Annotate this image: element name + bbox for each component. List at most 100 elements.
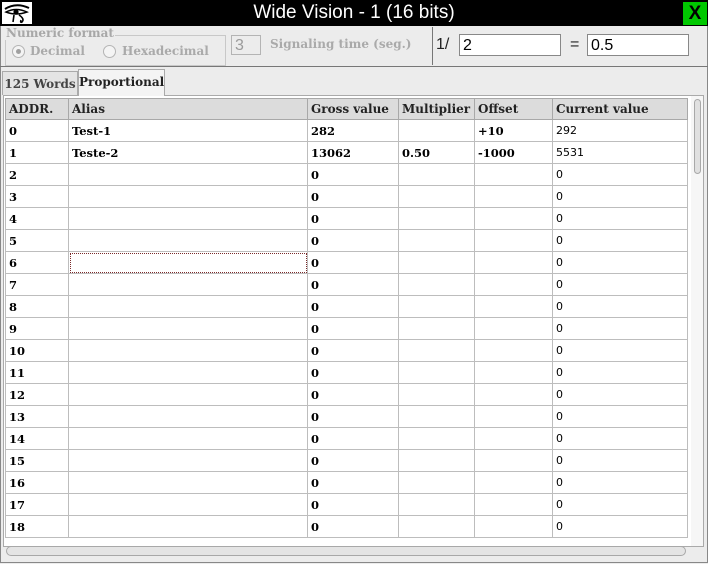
denominator-input[interactable]: 2 — [459, 34, 561, 56]
cell-mult[interactable] — [398, 339, 475, 362]
cell-addr[interactable]: 14 — [5, 427, 69, 450]
cell-alias[interactable] — [68, 207, 308, 230]
cell-current[interactable]: 0 — [552, 295, 688, 318]
table-row[interactable]: 16 0 0 — [5, 471, 688, 494]
cell-addr[interactable]: 13 — [5, 405, 69, 428]
table-row[interactable]: 3 0 0 — [5, 185, 688, 208]
cell-offset[interactable] — [474, 295, 553, 318]
cell-gross[interactable]: 282 — [307, 119, 399, 142]
cell-offset[interactable] — [474, 207, 553, 230]
cell-mult[interactable] — [398, 515, 475, 538]
cell-addr[interactable]: 8 — [5, 295, 69, 318]
cell-alias[interactable] — [68, 229, 308, 252]
cell-current[interactable]: 0 — [552, 383, 688, 406]
table-row[interactable]: 7 0 0 — [5, 273, 688, 296]
decimal-radio[interactable] — [12, 45, 25, 58]
hexadecimal-radio[interactable] — [103, 45, 116, 58]
cell-addr[interactable]: 2 — [5, 163, 69, 186]
cell-current[interactable]: 5531 — [552, 141, 688, 164]
cell-gross[interactable]: 0 — [307, 339, 399, 362]
cell-addr[interactable]: 9 — [5, 317, 69, 340]
cell-gross[interactable]: 0 — [307, 207, 399, 230]
cell-offset[interactable] — [474, 273, 553, 296]
cell-current[interactable]: 0 — [552, 361, 688, 384]
cell-gross[interactable]: 0 — [307, 185, 399, 208]
cell-current[interactable]: 0 — [552, 339, 688, 362]
cell-current[interactable]: 0 — [552, 427, 688, 450]
table-row[interactable]: 18 0 0 — [5, 515, 688, 538]
cell-alias[interactable] — [68, 427, 308, 450]
table-row[interactable]: 17 0 0 — [5, 493, 688, 516]
tab-proportional[interactable]: Proportional — [78, 69, 165, 96]
cell-mult[interactable] — [398, 317, 475, 340]
cell-offset[interactable] — [474, 361, 553, 384]
cell-current[interactable]: 0 — [552, 229, 688, 252]
cell-alias[interactable] — [68, 339, 308, 362]
cell-offset[interactable] — [474, 163, 553, 186]
cell-current[interactable]: 0 — [552, 163, 688, 186]
cell-addr[interactable]: 7 — [5, 273, 69, 296]
horizontal-scrollbar[interactable] — [6, 546, 686, 556]
cell-current[interactable]: 0 — [552, 405, 688, 428]
cell-current[interactable]: 0 — [552, 185, 688, 208]
cell-gross[interactable]: 0 — [307, 449, 399, 472]
cell-gross[interactable]: 0 — [307, 317, 399, 340]
cell-addr[interactable]: 17 — [5, 493, 69, 516]
cell-alias[interactable] — [68, 185, 308, 208]
cell-addr[interactable]: 11 — [5, 361, 69, 384]
cell-addr[interactable]: 15 — [5, 449, 69, 472]
tab-125-words[interactable]: 125 Words — [2, 71, 78, 95]
table-row[interactable]: 0 Test-1 282 +10 292 — [5, 119, 688, 142]
cell-mult[interactable] — [398, 383, 475, 406]
cell-addr[interactable]: 18 — [5, 515, 69, 538]
cell-mult[interactable] — [398, 493, 475, 516]
cell-offset[interactable] — [474, 317, 553, 340]
cell-offset[interactable] — [474, 229, 553, 252]
cell-current[interactable]: 0 — [552, 471, 688, 494]
cell-gross[interactable]: 0 — [307, 229, 399, 252]
cell-current[interactable]: 0 — [552, 449, 688, 472]
cell-mult[interactable] — [398, 273, 475, 296]
cell-offset[interactable] — [474, 383, 553, 406]
cell-gross[interactable]: 0 — [307, 405, 399, 428]
cell-mult[interactable] — [398, 185, 475, 208]
cell-gross[interactable]: 0 — [307, 361, 399, 384]
cell-alias[interactable] — [68, 163, 308, 186]
cell-alias[interactable]: Teste-2 — [68, 141, 308, 164]
cell-alias[interactable] — [68, 361, 308, 384]
table-row[interactable]: 2 0 0 — [5, 163, 688, 186]
vertical-scrollbar[interactable] — [691, 96, 703, 546]
cell-gross[interactable]: 0 — [307, 273, 399, 296]
cell-offset[interactable]: +10 — [474, 119, 553, 142]
cell-addr[interactable]: 3 — [5, 185, 69, 208]
cell-addr[interactable]: 12 — [5, 383, 69, 406]
cell-offset[interactable] — [474, 449, 553, 472]
cell-addr[interactable]: 1 — [5, 141, 69, 164]
cell-alias[interactable] — [68, 295, 308, 318]
cell-offset[interactable] — [474, 185, 553, 208]
col-header-gross-value[interactable]: Gross value — [307, 98, 399, 120]
table-row[interactable]: 6 0 0 — [5, 251, 688, 274]
cell-gross[interactable]: 0 — [307, 493, 399, 516]
close-button[interactable]: X — [683, 2, 707, 25]
cell-alias[interactable] — [68, 405, 308, 428]
cell-mult[interactable] — [398, 119, 475, 142]
cell-gross[interactable]: 13062 — [307, 141, 399, 164]
ratio-result-field[interactable]: 0.5 — [587, 34, 689, 56]
cell-offset[interactable] — [474, 471, 553, 494]
cell-gross[interactable]: 0 — [307, 163, 399, 186]
cell-current[interactable]: 0 — [552, 273, 688, 296]
cell-gross[interactable]: 0 — [307, 471, 399, 494]
cell-alias[interactable] — [68, 449, 308, 472]
cell-offset[interactable] — [474, 427, 553, 450]
cell-mult[interactable] — [398, 229, 475, 252]
cell-gross[interactable]: 0 — [307, 251, 399, 274]
cell-mult[interactable] — [398, 207, 475, 230]
cell-mult[interactable] — [398, 427, 475, 450]
cell-alias[interactable] — [68, 493, 308, 516]
cell-current[interactable]: 0 — [552, 317, 688, 340]
cell-alias[interactable] — [68, 273, 308, 296]
col-header-multiplier[interactable]: Multiplier — [398, 98, 475, 120]
cell-mult[interactable] — [398, 295, 475, 318]
cell-current[interactable]: 0 — [552, 515, 688, 538]
